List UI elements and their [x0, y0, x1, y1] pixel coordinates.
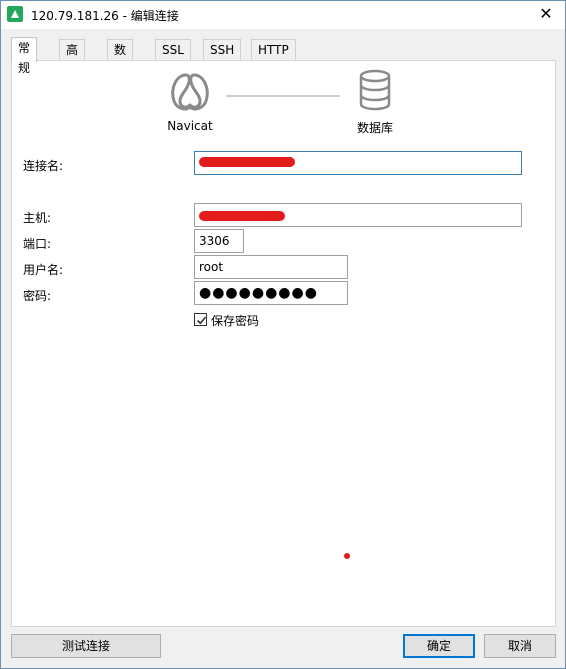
tab-ssl[interactable]: SSL: [155, 39, 191, 61]
redaction-mark: [199, 211, 285, 221]
general-tab-panel: Navicat 数据库 连接名: 主机: 端口: 3306 用户名: root …: [11, 60, 556, 627]
navicat-label: Navicat: [167, 119, 213, 133]
password-label: 密码:: [23, 289, 52, 303]
connection-name-label: 连接名:: [23, 159, 64, 173]
window-title: 120.79.181.26 - 编辑连接: [31, 9, 179, 23]
save-password-checkbox[interactable]: [194, 313, 207, 326]
redaction-mark: [199, 157, 295, 167]
red-dot-mark: [344, 553, 350, 559]
host-label: 主机:: [23, 211, 52, 225]
tab-general[interactable]: 常规: [11, 37, 38, 75]
port-label: 端口:: [23, 237, 52, 251]
port-input[interactable]: 3306: [194, 229, 244, 253]
cancel-button[interactable]: 取消: [484, 634, 556, 658]
test-connection-button[interactable]: 测试连接: [11, 634, 161, 658]
checkmark-icon: [196, 316, 207, 325]
password-input[interactable]: ●●●●●●●●●: [194, 281, 348, 305]
username-label: 用户名:: [23, 263, 64, 277]
tab-http[interactable]: HTTP: [251, 39, 296, 61]
ok-button[interactable]: 确定: [403, 634, 475, 658]
close-icon: ✕: [539, 4, 553, 23]
connector-line: [226, 95, 340, 97]
tab-advanced[interactable]: 高级: [59, 39, 86, 77]
edit-connection-dialog: 120.79.181.26 - 编辑连接 ✕ 常规 高级 数据库 SSL SSH…: [0, 0, 566, 669]
database-label: 数据库: [356, 121, 393, 135]
navicat-logo-icon: [168, 69, 212, 113]
title-bar: 120.79.181.26 - 编辑连接 ✕: [1, 1, 565, 29]
tab-ssh[interactable]: SSH: [203, 39, 242, 61]
username-input[interactable]: root: [194, 255, 348, 279]
save-password-label: 保存密码: [211, 314, 260, 328]
connection-name-input[interactable]: [194, 151, 522, 175]
navicat-app-icon: [7, 6, 23, 22]
close-button[interactable]: ✕: [533, 3, 559, 25]
host-input[interactable]: [194, 203, 522, 227]
database-icon: [358, 69, 392, 111]
tab-databases[interactable]: 数据库: [107, 39, 134, 97]
